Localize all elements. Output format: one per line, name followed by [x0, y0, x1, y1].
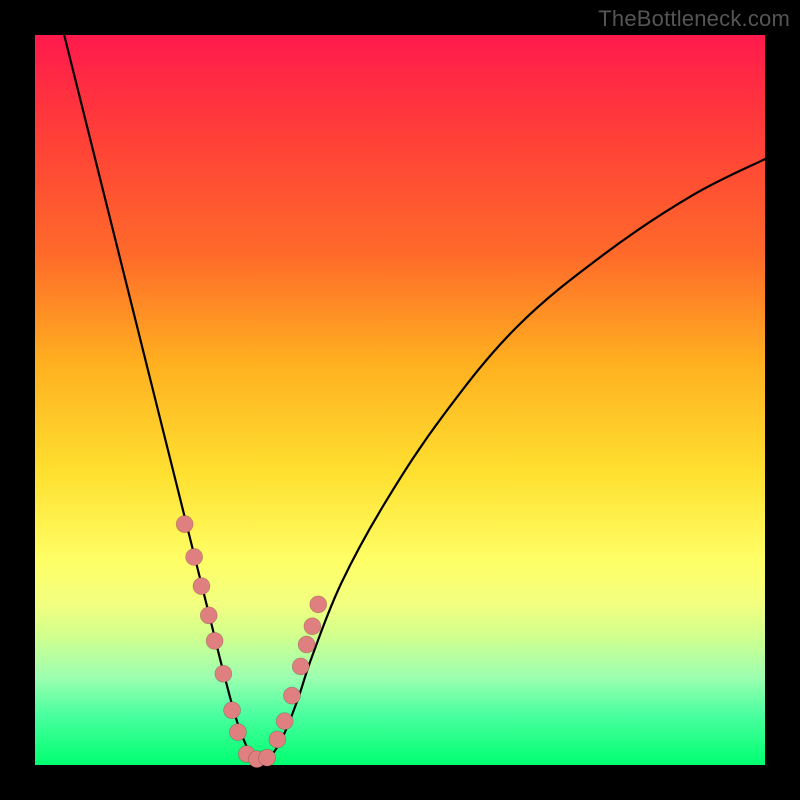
highlight-marker — [215, 665, 232, 682]
highlight-marker — [310, 596, 327, 613]
highlight-marker — [193, 578, 210, 595]
highlight-marker — [200, 607, 217, 624]
plot-area — [35, 35, 765, 765]
chart-frame: TheBottleneck.com — [0, 0, 800, 800]
highlight-marker — [276, 713, 293, 730]
highlighted-points-group — [176, 516, 327, 768]
watermark-text: TheBottleneck.com — [598, 6, 790, 32]
bottleneck-curve-line — [64, 35, 765, 761]
highlight-marker — [269, 731, 286, 748]
highlight-marker — [259, 749, 276, 766]
highlight-marker — [229, 724, 246, 741]
highlight-marker — [298, 636, 315, 653]
chart-svg — [35, 35, 765, 765]
highlight-marker — [176, 516, 193, 533]
highlight-marker — [224, 702, 241, 719]
highlight-marker — [292, 658, 309, 675]
highlight-marker — [186, 548, 203, 565]
highlight-marker — [283, 687, 300, 704]
highlight-marker — [206, 632, 223, 649]
highlight-marker — [304, 618, 321, 635]
